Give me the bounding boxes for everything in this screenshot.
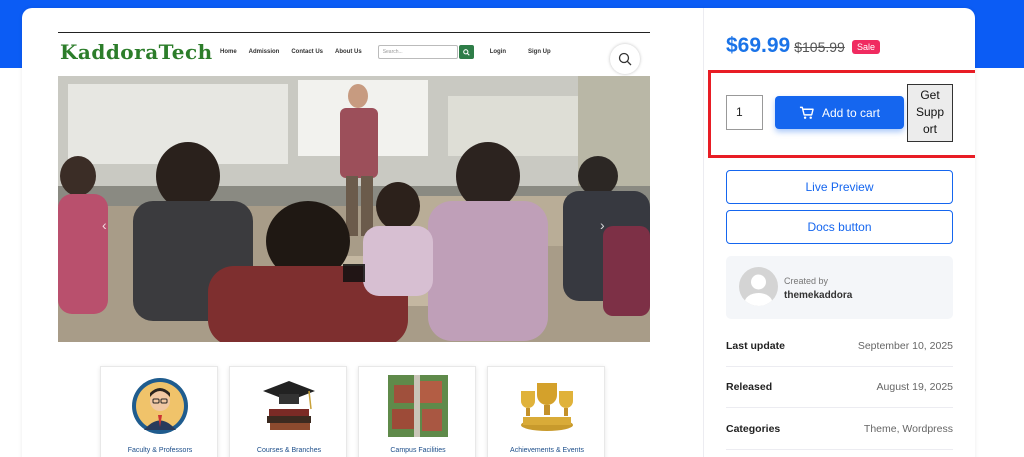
live-preview-button[interactable]: Live Preview [726,170,953,204]
purchase-sidebar: $69.99 $105.99 Sale 1 Add to cart Get Su… [708,8,975,457]
avatar [739,267,778,306]
feature-card-label: Faculty & Professors [127,447,193,454]
preview-feature-cards: Faculty & Professors Courses & Branches [100,366,616,457]
meta-key: Released [726,380,773,393]
feature-card: Faculty & Professors [100,366,218,457]
quantity-input[interactable]: 1 [726,95,763,130]
teacher-avatar-icon [132,378,188,434]
meta-row-categories: Categories Theme, Wordpress [726,408,953,450]
preview-nav-home: Home [220,49,237,55]
preview-nav-admission: Admission [248,49,280,55]
cart-icon [799,106,814,119]
feature-card: Campus Facilities [358,366,476,457]
user-avatar-icon [744,274,773,306]
zoom-button[interactable] [610,44,640,74]
slider-next-icon: › [600,217,605,233]
current-price: $69.99 [726,34,791,57]
preview-hero-image: ‹ › [58,76,650,342]
preview-nav-about: About Us [335,49,362,55]
meta-value[interactable]: Theme, Wordpress [864,423,953,435]
feature-card: Courses & Branches [229,366,347,457]
meta-row-last-update: Last update September 10, 2025 [726,325,953,367]
old-price: $105.99 [794,39,845,55]
author-box: Created by themekaddora [726,256,953,319]
search-icon [462,48,470,56]
column-divider [703,8,704,457]
author-name[interactable]: themekaddora [784,290,852,301]
meta-value: August 19, 2025 [876,380,953,393]
preview-auth-links: Login Sign Up [490,49,573,55]
meta-value: September 10, 2025 [857,339,953,352]
preview-navbar: KaddoraTech Home Admission Contact Us Ab… [58,34,650,70]
classroom-photo [58,76,650,342]
preview-top-line [58,32,650,33]
feature-card-label: Campus Facilities [390,447,446,454]
product-card: KaddoraTech Home Admission Contact Us Ab… [22,8,975,457]
slider-indicator [343,264,365,282]
preview-logo: KaddoraTech [60,40,213,64]
preview-search-input: Search... [377,45,458,59]
theme-preview[interactable]: KaddoraTech Home Admission Contact Us Ab… [58,32,650,457]
add-to-cart-label: Add to cart [821,105,881,120]
feature-card-label: Courses & Branches [256,447,322,454]
preview-menu: Home Admission Contact Us About Us [220,49,374,55]
feature-card-label: Achievements & Events [510,447,584,454]
trophies-icon [521,383,573,431]
magnifier-icon [618,52,632,66]
feature-card: Achievements & Events [487,366,605,457]
preview-login: Login [489,49,507,55]
meta-row-released: Released August 19, 2025 [726,366,953,408]
preview-search-button [458,45,474,59]
created-by-label: Created by [784,276,829,286]
price-row: $69.99 $105.99 [726,34,845,58]
sale-badge: Sale [852,40,881,54]
preview-signup: Sign Up [528,49,551,55]
graduation-cap-books-icon [263,381,315,430]
meta-key: Last update [726,339,785,352]
slider-prev-icon: ‹ [102,217,107,233]
docs-button[interactable]: Docs button [726,210,953,244]
campus-buildings-icon [388,375,448,437]
preview-search: Search... [377,45,474,59]
get-support-button[interactable]: Get Supp ort [907,84,953,142]
preview-nav-contact: Contact Us [291,49,324,55]
meta-key: Categories [726,422,781,435]
add-to-cart-button[interactable]: Add to cart [775,96,904,129]
